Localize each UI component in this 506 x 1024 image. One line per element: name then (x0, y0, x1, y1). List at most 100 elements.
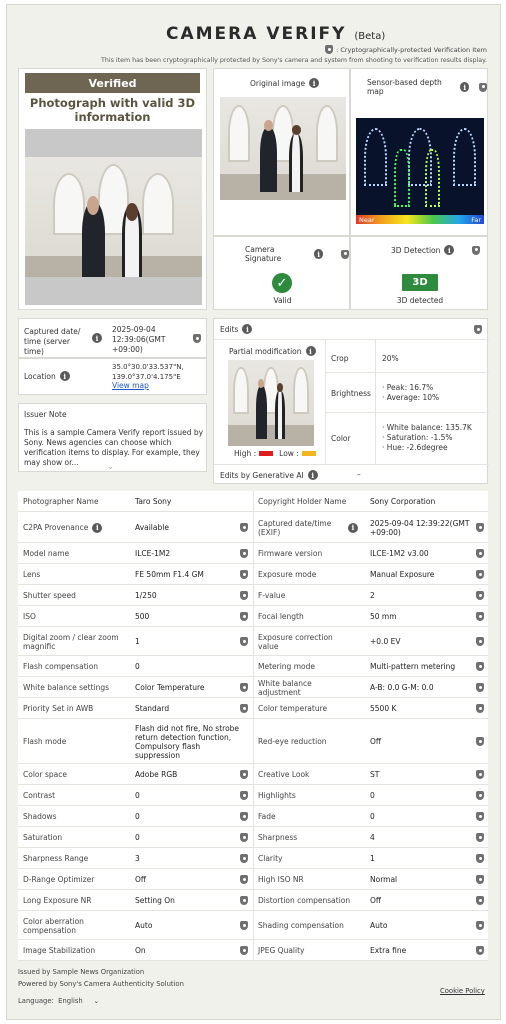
partial-modification-image[interactable] (228, 360, 314, 446)
table-row: White balance settings Color Temperature W… (18, 677, 488, 698)
field-label: Highlights (258, 791, 296, 800)
field-value: A-B: 0.0 G-M: 0.0 (370, 683, 434, 692)
depth-map-image[interactable] (356, 118, 484, 215)
field-value: ST (370, 770, 380, 779)
field-value: Off (370, 896, 382, 905)
field-value: Setting On (135, 896, 175, 905)
field-value: Taro Sony (135, 497, 172, 506)
crop-value: 20% (382, 354, 399, 363)
original-image[interactable] (220, 97, 346, 200)
chevron-down-icon[interactable]: ⌄ (107, 462, 114, 471)
table-row: Saturation 0 Sharpness 4 (18, 827, 488, 848)
field-label: Color space (23, 770, 67, 779)
shield-icon (240, 570, 248, 579)
brightness-values: · Peak: 16.7% · Average: 10% (382, 383, 440, 402)
field-value: 4 (370, 833, 375, 842)
info-icon[interactable]: i (59, 371, 70, 381)
field-label: White balance adjustment (258, 678, 312, 697)
field-value: Extra fine (370, 946, 407, 955)
shield-icon (476, 854, 484, 863)
info-icon[interactable]: i (307, 470, 318, 480)
info-icon[interactable]: i (444, 245, 455, 255)
field-label: Photographer Name (23, 497, 99, 506)
view-map-link[interactable]: View map (112, 381, 149, 390)
info-icon[interactable]: i (309, 78, 320, 88)
shield-icon (472, 245, 481, 255)
modification-legend: High : Low : (234, 449, 316, 458)
shield-icon (476, 591, 484, 600)
camera-signature-status: Valid (273, 296, 292, 305)
field-value: ILCE-1M2 (135, 549, 171, 558)
powered-by: Powered by Sony's Camera Authenticity So… (18, 980, 184, 988)
field-label: White balance settings (23, 683, 110, 692)
shield-icon (240, 770, 248, 779)
field-label: Exposure mode (258, 570, 317, 579)
captured-value: 2025-09-04 12:39:06(GMT +09:00) (112, 325, 166, 354)
shield-icon (476, 737, 484, 746)
cookie-policy-link[interactable]: Cookie Policy (440, 987, 485, 995)
field-label: Flash mode (23, 737, 67, 746)
info-icon[interactable]: i (459, 82, 470, 92)
field-value: 1 (370, 854, 375, 863)
field-value: Adobe RGB (135, 770, 178, 779)
field-value: 3 (135, 854, 140, 863)
info-icon[interactable]: i (92, 333, 102, 343)
shield-icon (325, 45, 334, 54)
shield-icon (476, 770, 484, 779)
shield-icon (476, 896, 484, 905)
summary-panel: Verified Photograph with valid 3D inform… (18, 68, 207, 310)
far-label: Far (471, 215, 481, 224)
captured-label: Captured date/ time (server time) (24, 327, 81, 356)
shield-icon (240, 921, 248, 930)
shield-icon (476, 704, 484, 713)
field-label: F-value (258, 591, 286, 600)
table-row: Sharpness Range 3 Clarity 1 (18, 848, 488, 869)
field-label: Priority Set in AWB (23, 704, 94, 713)
shield-icon (476, 570, 484, 579)
info-icon[interactable]: i (242, 324, 253, 334)
field-label: Firmware version (258, 549, 323, 558)
shield-icon (240, 591, 248, 600)
shield-icon (240, 791, 248, 800)
table-row: Flash compensation 0 Metering mode Multi-pa… (18, 656, 488, 677)
edits-panel: Edits i Partial modification i High : Low … (213, 318, 489, 484)
info-icon[interactable]: i (348, 522, 358, 533)
chevron-down-icon[interactable]: ⌄ (94, 997, 100, 1005)
checkmark-icon: ✓ (272, 273, 292, 293)
field-value: Auto (135, 921, 153, 930)
field-label: Color temperature (258, 704, 328, 713)
3d-detection-label: 3D Detection i (391, 245, 481, 255)
table-row: Model name ILCE-1M2 Firmware version ILCE-1… (18, 543, 488, 564)
shield-icon (479, 82, 487, 92)
field-value: Color Temperature (135, 683, 205, 692)
shield-icon (240, 612, 248, 621)
shield-icon (476, 812, 484, 821)
table-row: Shutter speed 1/250 F-value 2 (18, 585, 488, 606)
field-label: ISO (23, 612, 36, 621)
field-value: 1/250 (135, 591, 157, 600)
field-label: Contrast (23, 791, 56, 800)
field-value: 50 mm (370, 612, 397, 621)
camera-signature-label: Camera Signature i (245, 245, 349, 263)
field-label: C2PA Provenance i (23, 512, 128, 543)
info-icon[interactable]: i (305, 346, 316, 356)
field-value: FE 50mm F1.4 GM (135, 570, 204, 579)
info-icon[interactable]: i (313, 249, 324, 259)
3d-badge: 3D (402, 274, 438, 291)
genai-edits-label: Edits by Generative AI i (220, 470, 318, 480)
edits-label: Edits i (220, 324, 253, 334)
shield-icon (476, 946, 484, 955)
language-selector[interactable]: Language: English ⌄ (18, 997, 99, 1005)
shield-icon (240, 812, 248, 821)
table-row: Digital zoom / clear zoom magnific 1 Expos… (18, 627, 488, 656)
shield-icon (240, 549, 248, 558)
shield-icon (240, 704, 248, 713)
field-value: Standard (135, 704, 170, 713)
field-value: +0.0 EV (370, 637, 401, 646)
info-icon[interactable]: i (92, 522, 103, 533)
field-label: Sharpness (258, 833, 298, 842)
crypto-note: : Cryptographically-protected Verificati… (325, 45, 487, 54)
original-image-label: Original image i (250, 78, 320, 88)
summary-photo[interactable] (25, 129, 202, 305)
field-label: Clarity (258, 854, 283, 863)
